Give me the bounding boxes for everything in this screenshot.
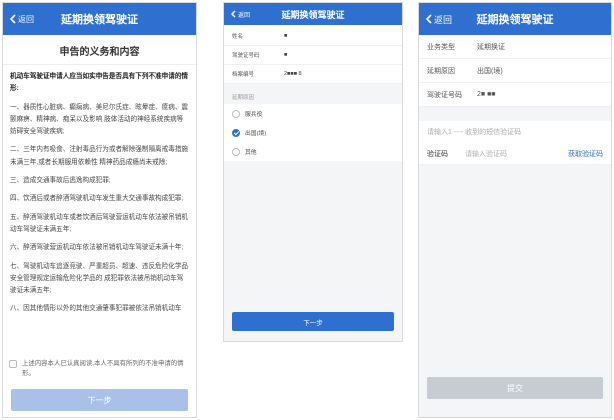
field-label: 姓名 <box>232 34 244 40</box>
declaration-item: 四、饮酒后或者醉酒驾驶机动车发生重大交通事故构成犯罪; <box>10 195 184 203</box>
agree-text: 上述内容本人已认真阅读,本人不具有所列的不准申请的情形。 <box>22 360 184 377</box>
option-label: 其他 <box>245 150 257 156</box>
agree-row: 上述内容本人已认真阅读,本人不具有所列的不准申请的情形。 <box>9 359 190 379</box>
reason-option-abroad[interactable]: 出国(境) <box>224 123 402 142</box>
info-row-license: 驾驶证号码 2■ ■■ <box>419 83 611 107</box>
get-code-button[interactable]: 获取验证码 <box>568 149 603 159</box>
field-label: 延期原因 <box>427 67 455 75</box>
field-value: ■ <box>284 33 288 39</box>
radio-icon <box>232 147 240 156</box>
info-list: 姓名 ■ 驾驶证号码 ■ 档案编号 2■■■ 8 <box>224 25 402 84</box>
option-label: 服兵役 <box>245 112 263 118</box>
screen-declaration: 返回 延期换领驾驶证 申告的义务和内容 机动车驾驶证申请人应当如实申告是否具有下… <box>2 2 197 418</box>
declaration-text[interactable]: 机动车驾驶证申请人应当如实申告是否具有下列不准申请的情形: 一、器质性心脏病、癫… <box>3 65 196 347</box>
header-bar: 返回 延期换领驾驶证 <box>3 3 196 35</box>
declaration-item: 五、醉酒驾驶机动车或者饮酒后驾驶营运机动车依法被吊销机动车驾驶证未满五年; <box>10 213 189 233</box>
declaration-item: 三、造成交通事故后逃逸构成犯罪; <box>10 177 111 185</box>
declaration-item: 八、因其他情形以外的其他交通肇事犯罪被依法吊销机动车 <box>10 305 182 313</box>
header-bar: 返回 延期换领驾驶证 <box>419 3 611 35</box>
reason-section-label: 延期原因 <box>232 95 255 101</box>
field-value: ■ <box>284 52 288 58</box>
declaration-item: 一、器质性心脏病、癫痫病、美尼尔氏症、眩晕症、癔病、震颤麻痹、精神病、痴呆以及影… <box>10 103 189 136</box>
back-label: 返回 <box>434 14 453 25</box>
info-list: 业务类型 延期换证 延期原因 出国(境) 驾驶证号码 2■ ■■ <box>419 35 611 107</box>
section-title: 申告的义务和内容 <box>3 35 196 65</box>
next-button[interactable]: 下一步 <box>232 312 394 331</box>
info-row-business-type: 业务类型 延期换证 <box>419 35 611 59</box>
chevron-left-icon <box>425 14 432 24</box>
code-label: 验证码 <box>427 150 448 158</box>
code-row: 验证码 请输入验证码 获取验证码 <box>419 143 611 165</box>
back-label: 返回 <box>238 12 251 19</box>
back-label: 返回 <box>18 14 34 24</box>
screen-delay-reason: 返回 延期换领驾驶证 姓名 ■ 驾驶证号码 ■ 档案编号 2■■■ 8 延期原因… <box>223 2 403 342</box>
back-button[interactable]: 返回 <box>230 3 250 25</box>
declaration-lead: 机动车驾驶证申请人应当如实申告是否具有下列不准申请的情形: <box>10 73 189 93</box>
reason-options: 服兵役 出国(境) 其他 <box>224 104 402 161</box>
field-value: 出国(境) <box>477 67 503 75</box>
header-bar: 返回 延期换领驾驶证 <box>224 3 402 25</box>
field-value: 2■■■ 8 <box>284 71 302 77</box>
screen-verify: 返回 延期换领驾驶证 业务类型 延期换证 延期原因 出国(境) 驾驶证号码 2■… <box>418 2 612 418</box>
radio-icon <box>232 109 240 118</box>
field-label: 驾驶证号码 <box>232 53 260 59</box>
info-row-reason: 延期原因 出国(境) <box>419 59 611 83</box>
info-row-file: 档案编号 2■■■ 8 <box>224 65 402 84</box>
submit-button[interactable]: 提交 <box>427 377 603 399</box>
chevron-left-icon <box>9 14 16 24</box>
field-value: 延期换证 <box>477 43 505 51</box>
radio-checked-icon <box>232 128 240 137</box>
chevron-left-icon <box>231 10 236 18</box>
back-button[interactable]: 返回 <box>9 3 34 35</box>
declaration-item: 六、醉酒驾驶营运机动车依法被吊销机动车驾驶证未满十年; <box>10 244 184 252</box>
next-button[interactable]: 下一步 <box>11 389 188 411</box>
back-button[interactable]: 返回 <box>425 3 452 35</box>
reason-option-military[interactable]: 服兵役 <box>224 104 402 123</box>
declaration-item: 七、驾驶机动车追逐竞驶、严重超员、超速、违反危险化学品安全管理规定运输危险化学品… <box>10 262 189 295</box>
sms-prompt: 请输入1 ---- 收到的短信验证码 <box>419 121 611 143</box>
declaration-item: 二、三年内有吸食、注射毒品行为或者解除强制隔离戒毒措施未满三年,或者长期服用依赖… <box>10 146 189 166</box>
reason-option-other[interactable]: 其他 <box>224 142 402 161</box>
field-label: 驾驶证号码 <box>427 91 462 99</box>
agree-checkbox[interactable] <box>9 360 17 368</box>
info-row-license: 驾驶证号码 ■ <box>224 46 402 65</box>
page-title: 延期换领驾驶证 <box>281 9 345 20</box>
info-row-name: 姓名 ■ <box>224 27 402 46</box>
field-label: 业务类型 <box>427 43 455 51</box>
field-label: 档案编号 <box>232 72 255 78</box>
code-input[interactable]: 请输入验证码 <box>465 149 568 159</box>
field-value: 2■ ■■ <box>477 91 496 98</box>
option-label: 出国(境) <box>245 131 267 137</box>
